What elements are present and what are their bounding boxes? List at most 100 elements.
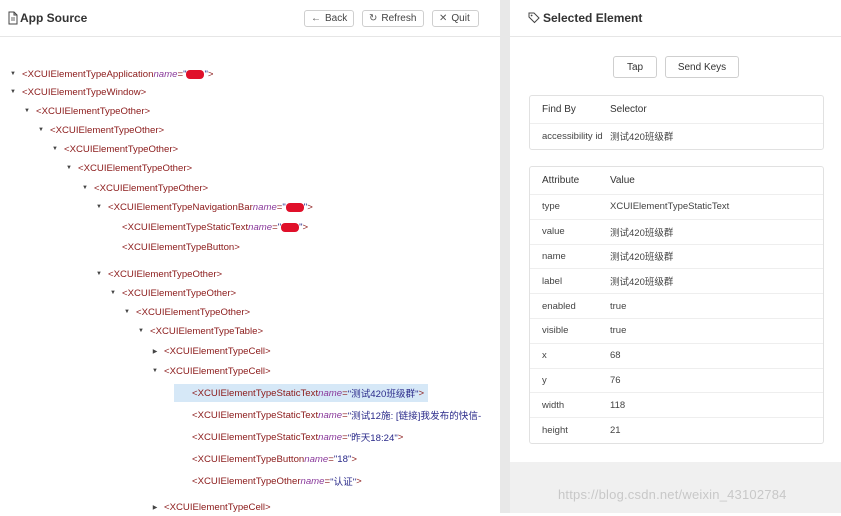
selected-element-header: Selected Element [510, 0, 841, 37]
quit-button[interactable]: ✕ Quit [432, 10, 479, 27]
node-attr-name: name [153, 68, 178, 80]
back-button[interactable]: ← Back [304, 10, 354, 27]
tree-node[interactable]: ▶ <XCUIElementTypeCell> [150, 342, 271, 360]
expand-down-icon[interactable]: ▼ [8, 89, 18, 95]
tap-button[interactable]: Tap [613, 56, 657, 78]
tree-node[interactable]: ▼ <XCUIElementTypeOther> [50, 140, 178, 158]
attribute-row: width 118 [530, 393, 823, 419]
attribute-value: true [610, 325, 627, 337]
node-tag: <XCUIElementTypeOther> [94, 182, 209, 194]
attribute-name: y [542, 374, 547, 386]
node-tag: <XCUIElementTypeOther> [36, 105, 151, 117]
node-attr-value: "昨天18:24" [347, 433, 398, 444]
tree-node[interactable]: <XCUIElementTypeStaticText name = "昨天18:24… [178, 428, 403, 446]
find-by-table: Find By Selector accessibility id 测试420班… [529, 95, 824, 150]
attribute-name: label [542, 275, 563, 287]
attribute-value: 68 [610, 350, 621, 362]
attribute-name: x [542, 350, 547, 362]
expand-down-icon[interactable]: ▼ [36, 127, 46, 133]
tree-node[interactable]: <XCUIElementTypeButton> [108, 238, 240, 256]
tree-node[interactable]: ▼ <XCUIElementTypeCell> [150, 362, 271, 380]
selected-element-title: Selected Element [543, 11, 643, 25]
tree-node[interactable]: ▼ <XCUIElementTypeWindow> [8, 83, 146, 101]
send-keys-button[interactable]: Send Keys [665, 56, 739, 78]
tree-node[interactable]: <XCUIElementTypeStaticText name = "测试12施: … [178, 406, 481, 424]
tree-node[interactable]: ▼ <XCUIElementTypeOther> [94, 265, 222, 283]
tree-node[interactable]: ▼ <XCUIElementTypeOther> [108, 284, 236, 302]
find-by-header-row: Find By Selector [530, 96, 823, 124]
panel-divider[interactable] [500, 0, 510, 513]
expand-down-icon[interactable]: ▼ [8, 71, 18, 77]
tree-node[interactable]: ▼ <XCUIElementTypeOther> [22, 102, 150, 120]
attribute-row: x 68 [530, 344, 823, 369]
redaction-mark [281, 222, 300, 232]
attribute-row: height 21 [530, 418, 823, 443]
tree-node[interactable]: ▼ <XCUIElementTypeOther> [64, 159, 192, 177]
node-attr-name: name [318, 431, 343, 443]
expand-down-icon[interactable]: ▼ [64, 165, 74, 171]
attribute-header: Attribute [542, 175, 580, 186]
node-tag: <XCUIElementTypeTable> [150, 325, 264, 337]
expand-right-icon[interactable]: ▶ [150, 504, 160, 511]
node-tag-close: > [207, 68, 214, 80]
attribute-value: 测试420班级群 [610, 227, 674, 239]
node-tag: <XCUIElementTypeOther> [50, 124, 165, 136]
tree-node[interactable]: <XCUIElementTypeStaticText name = " " > [108, 218, 308, 236]
tree-node[interactable]: <XCUIElementTypeOther name = "认证" > [178, 472, 362, 490]
node-tag: <XCUIElementTypeOther> [108, 268, 223, 280]
tree-node[interactable]: ▼ <XCUIElementTypeNavigationBar name = " " > [94, 198, 313, 216]
attribute-row: value 测试420班级群 [530, 220, 823, 245]
redaction-mark [285, 202, 304, 212]
tree-node[interactable]: ▼ <XCUIElementTypeTable> [136, 322, 263, 340]
refresh-button[interactable]: ↻ Refresh [362, 10, 424, 27]
node-tag: <XCUIElementTypeCell> [164, 345, 271, 357]
expand-down-icon[interactable]: ▼ [22, 108, 32, 114]
refresh-icon: ↻ [369, 13, 378, 24]
node-tag: <XCUIElementTypeOther [192, 475, 301, 487]
tree-node[interactable]: <XCUIElementTypeStaticText name = "测试420班级… [174, 384, 429, 402]
tree-node[interactable]: ▼ <XCUIElementTypeApplication name = " " > [8, 65, 213, 83]
attribute-row: enabled true [530, 294, 823, 319]
expand-down-icon[interactable]: ▼ [136, 328, 146, 334]
node-tag-close: > [418, 387, 425, 399]
node-tag: <XCUIElementTypeOther> [122, 287, 237, 299]
node-tag-close: > [307, 201, 313, 213]
tree-node[interactable]: ▼ <XCUIElementTypeOther> [122, 303, 250, 321]
node-attr-name: name [300, 475, 325, 487]
expand-right-icon[interactable]: ▶ [150, 348, 160, 355]
node-tag-close: > [302, 221, 309, 233]
node-attr-name: name [318, 387, 343, 399]
find-by-header: Find By [542, 104, 576, 115]
selector-value[interactable]: 测试420班级群 [610, 129, 673, 143]
attribute-name: visible [542, 325, 569, 337]
node-attr-value: "测试420班级群" [347, 389, 419, 400]
attribute-row: name 测试420班级群 [530, 245, 823, 270]
attribute-name: height [542, 425, 568, 437]
expand-down-icon[interactable]: ▼ [50, 146, 60, 152]
attribute-value: 76 [610, 374, 621, 386]
attribute-value: XCUIElementTypeStaticText [610, 201, 730, 213]
tree-node[interactable]: ▼ <XCUIElementTypeOther> [36, 121, 164, 139]
tree-node[interactable]: ▶ <XCUIElementTypeCell> [150, 498, 271, 516]
expand-down-icon[interactable]: ▼ [150, 368, 160, 374]
find-by-row[interactable]: accessibility id 测试420班级群 [530, 124, 823, 149]
expand-down-icon[interactable]: ▼ [108, 290, 118, 296]
node-tag: <XCUIElementTypeOther> [136, 306, 251, 318]
tree-node[interactable]: <XCUIElementTypeButton name = "18" > [178, 450, 357, 468]
watermark-text: https://blog.csdn.net/weixin_43102784 [558, 487, 787, 502]
attributes-table: Attribute Value type XCUIElementTypeStati… [529, 166, 824, 444]
expand-down-icon[interactable]: ▼ [94, 204, 104, 210]
node-tag: <XCUIElementTypeStaticText [122, 221, 249, 233]
expand-down-icon[interactable]: ▼ [94, 271, 104, 277]
app-source-panel: App Source ← Back ↻ Refresh ✕ Quit ▼ <XCU… [0, 0, 500, 513]
node-tag: <XCUIElementTypeWindow> [22, 86, 147, 98]
node-tag: <XCUIElementTypeCell> [164, 365, 271, 377]
tree-node[interactable]: ▼ <XCUIElementTypeOther> [80, 179, 208, 197]
attribute-name: name [542, 250, 566, 262]
expand-down-icon[interactable]: ▼ [122, 309, 132, 315]
node-attr-name: name [304, 453, 329, 465]
selected-element-panel-wrap: Selected Element Tap Send Keys Find By S… [510, 0, 841, 513]
node-tag: <XCUIElementTypeStaticText [192, 431, 319, 443]
node-tag: <XCUIElementTypeButton [192, 453, 305, 465]
expand-down-icon[interactable]: ▼ [80, 185, 90, 191]
